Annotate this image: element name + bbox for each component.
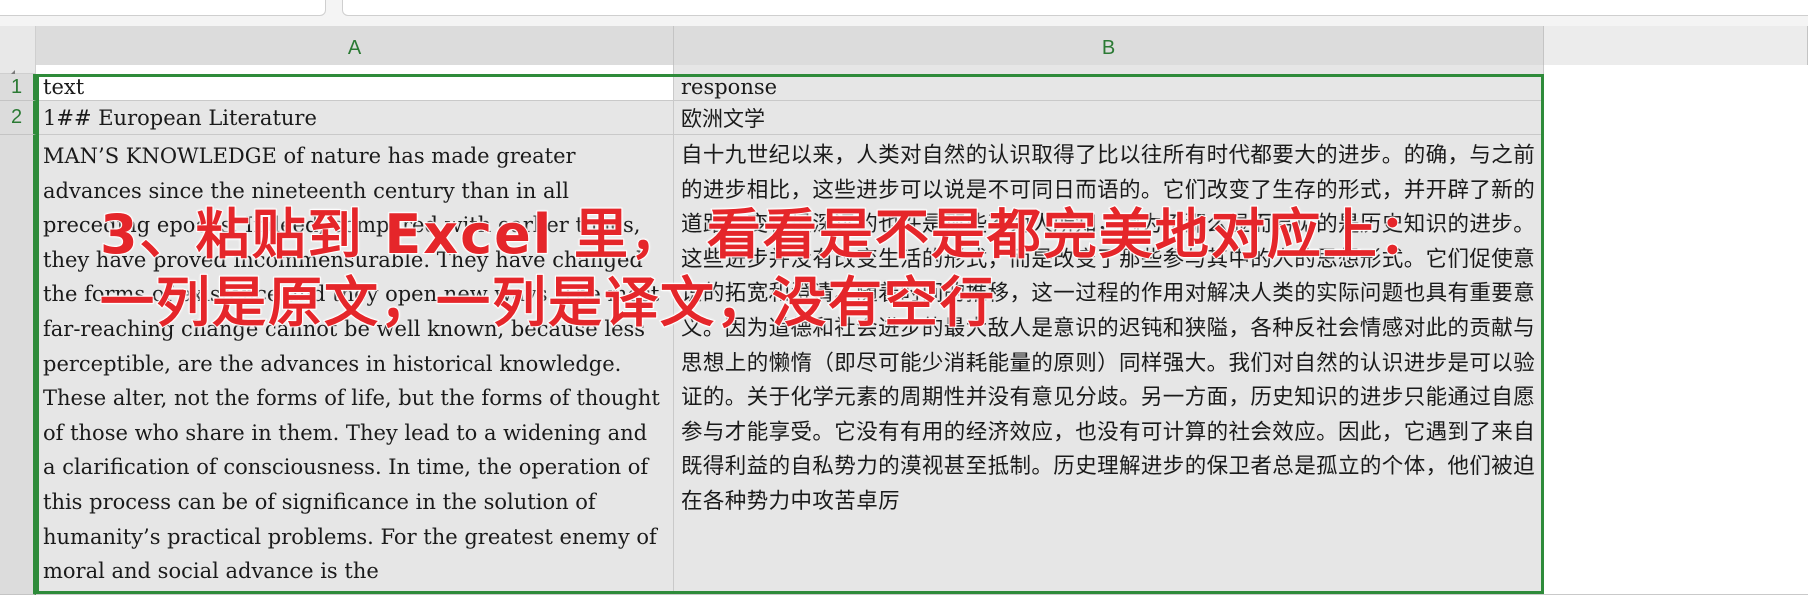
cell-a2[interactable]: 1## European Literature (36, 101, 674, 135)
row-header-1[interactable]: 1 (0, 74, 36, 101)
cell-b2[interactable]: 欧洲文学 (674, 101, 1544, 135)
name-box[interactable] (0, 0, 326, 16)
cell-a1[interactable]: text (36, 65, 674, 101)
cell-b1[interactable]: response (674, 65, 1544, 101)
row-header-2[interactable]: 2 (0, 101, 36, 135)
cell-b3[interactable]: 自十九世纪以来，人类对自然的认识取得了比以往所有时代都要大的进步。的确，与之前的… (674, 135, 1544, 595)
empty-cells-area[interactable] (1544, 65, 1808, 595)
cell-a3[interactable]: MAN’S KNOWLEDGE of nature has made great… (36, 135, 674, 595)
select-all-corner[interactable] (0, 26, 36, 82)
row-header-3[interactable] (0, 135, 36, 595)
formula-bar[interactable] (342, 0, 1808, 16)
formula-toolbar (0, 0, 1808, 26)
